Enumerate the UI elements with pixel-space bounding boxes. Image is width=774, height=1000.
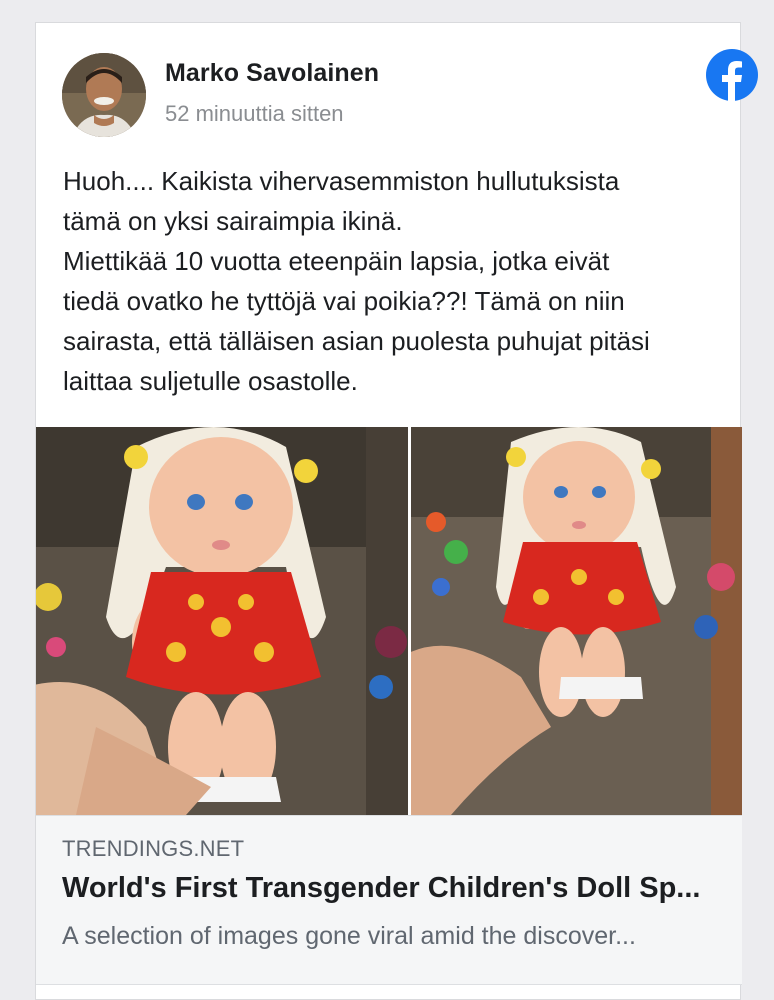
author-name[interactable]: Marko Savolainen xyxy=(165,59,379,88)
facebook-logo-icon xyxy=(706,49,758,101)
post-text-line: tämä on yksi sairaimpia ikinä. xyxy=(63,206,403,236)
post-text-line: Miettikää 10 vuotta eteenpäin lapsia, jo… xyxy=(63,246,610,276)
post-text-line: sairasta, että tälläisen asian puolesta … xyxy=(63,326,650,356)
avatar[interactable] xyxy=(62,53,146,137)
post-text: Huoh.... Kaikista vihervasemmiston hullu… xyxy=(63,161,753,401)
facebook-post-card: Marko Savolainen 52 minuuttia sitten Huo… xyxy=(35,22,758,1000)
link-title[interactable]: World's First Transgender Children's Dol… xyxy=(62,872,700,905)
link-description: A selection of images gone viral amid th… xyxy=(62,922,636,950)
doll-photo-left[interactable] xyxy=(36,427,408,815)
link-domain: TRENDINGS.NET xyxy=(62,836,245,861)
doll-photo-right[interactable] xyxy=(411,427,742,815)
page: Marko Savolainen 52 minuuttia sitten Huo… xyxy=(0,0,774,1000)
post-timestamp[interactable]: 52 minuuttia sitten xyxy=(165,101,344,127)
link-preview[interactable]: TRENDINGS.NET World's First Transgender … xyxy=(36,815,742,985)
post-text-line: Huoh.... Kaikista vihervasemmiston hullu… xyxy=(63,166,620,196)
post-text-line: tiedä ovatko he tyttöjä vai poikia??! Tä… xyxy=(63,286,625,316)
post-text-line: laittaa suljetulle osastolle. xyxy=(63,366,358,396)
post-images[interactable] xyxy=(36,427,742,815)
avatar-image xyxy=(62,53,146,137)
